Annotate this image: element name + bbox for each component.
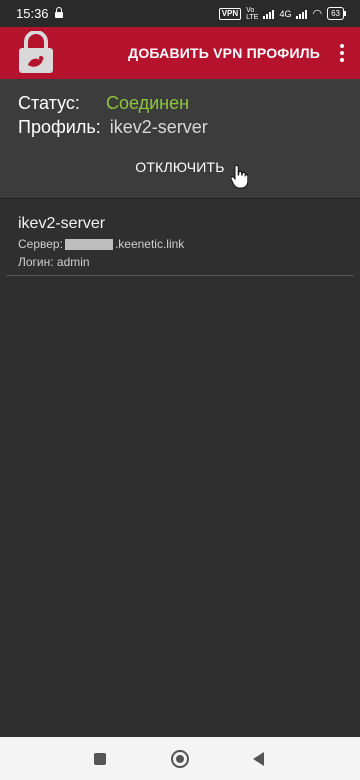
app-logo-icon [19, 31, 53, 73]
signal-icon [263, 8, 275, 19]
wifi-icon: ◠ [312, 8, 323, 20]
profile-server: Сервер: .keenetic.link [18, 237, 184, 251]
home-icon[interactable] [171, 750, 189, 768]
server-suffix: .keenetic.link [114, 237, 185, 251]
overflow-menu-icon[interactable] [332, 39, 352, 67]
disconnect-button[interactable]: ОТКЛЮЧИТЬ [0, 159, 360, 175]
profile-label: Профиль: [18, 117, 101, 137]
navigation-bar [0, 737, 360, 780]
recents-icon[interactable] [94, 753, 106, 765]
vpn-badge: VPN [218, 7, 242, 20]
status-bar: 15:36 VPN Vo LTE 4G ◠ 63 [0, 0, 360, 27]
profile-row: Профиль: ikev2-server [18, 117, 208, 138]
profile-login: Логин: admin [18, 255, 90, 269]
status-panel: Статус: Соединен Профиль: ikev2-server О… [0, 79, 360, 199]
status-label: Статус: [18, 93, 80, 113]
status-row: Статус: Соединен [18, 93, 189, 114]
profile-list-item[interactable]: ikev2-server Сервер: .keenetic.link Логи… [6, 199, 354, 276]
app-bar: ДОБАВИТЬ VPN ПРОФИЛЬ [0, 27, 360, 79]
hand-cursor-icon [230, 165, 248, 189]
server-label: Сервер: [18, 237, 63, 251]
lock-icon [54, 7, 63, 18]
back-icon[interactable] [253, 752, 264, 766]
battery-icon: 63 [327, 7, 346, 20]
profile-value: ikev2-server [109, 117, 208, 137]
signal-icon-2 [296, 8, 308, 19]
profile-name: ikev2-server [18, 215, 106, 232]
network-type: 4G [279, 8, 292, 19]
clock: 15:36 [16, 6, 49, 21]
status-value: Соединен [106, 93, 190, 113]
volte-icon: Vo LTE [246, 6, 259, 21]
redacted-block [64, 238, 113, 250]
add-vpn-profile-button[interactable]: ДОБАВИТЬ VPN ПРОФИЛЬ [128, 45, 320, 61]
